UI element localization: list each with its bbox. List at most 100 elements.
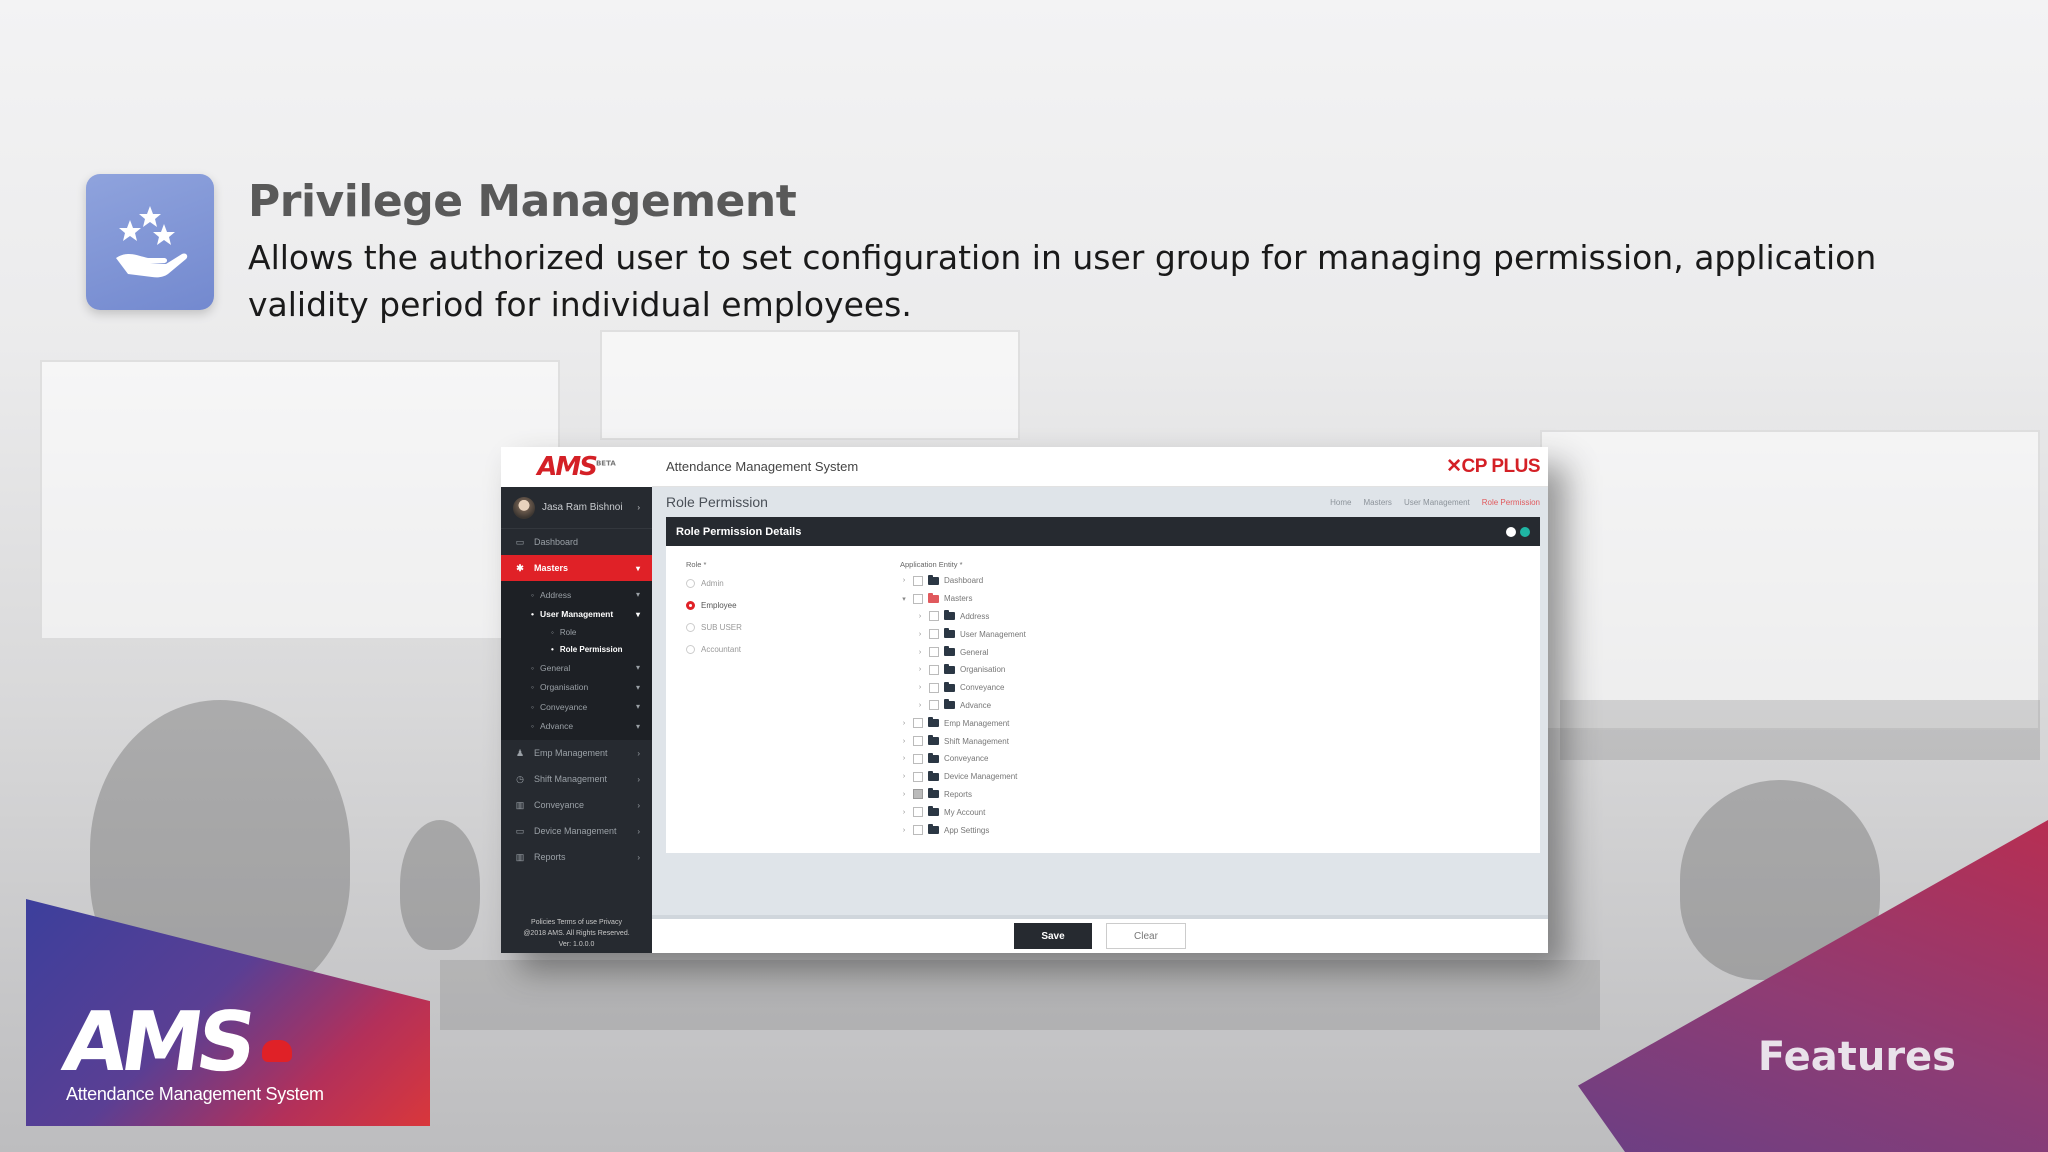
caret-right-icon[interactable]: › bbox=[916, 684, 924, 691]
app-topbar: Attendance Management System ✕CP PLUS bbox=[652, 447, 1548, 487]
chevron-right-icon: › bbox=[637, 826, 640, 836]
entity-row[interactable]: › Conveyance bbox=[900, 750, 988, 768]
sidebar-item-label: Role Permission bbox=[559, 645, 623, 654]
entity-checkbox[interactable] bbox=[913, 753, 923, 764]
folder-icon bbox=[944, 610, 955, 621]
bar-chart-icon: ▥ bbox=[515, 851, 525, 862]
bullet-icon: ◦ bbox=[551, 628, 554, 637]
entity-checkbox[interactable] bbox=[913, 718, 923, 729]
entity-row[interactable]: › General bbox=[916, 643, 988, 661]
sidebar-item-emp-management[interactable]: ♟ Emp Management › bbox=[501, 740, 652, 766]
caret-right-icon[interactable]: › bbox=[900, 791, 908, 798]
entity-row[interactable]: › Advance bbox=[916, 697, 991, 715]
refresh-icon[interactable] bbox=[1520, 526, 1530, 537]
entity-row[interactable]: › Dashboard bbox=[900, 572, 983, 590]
sidebar-item-device-management[interactable]: ▭ Device Management › bbox=[501, 818, 652, 844]
sidebar-item-label: Emp Management bbox=[534, 748, 608, 758]
role-option-admin[interactable]: Admin bbox=[686, 572, 724, 594]
caret-right-icon[interactable]: › bbox=[900, 720, 908, 727]
sidebar-subitem-general[interactable]: ◦ General ▾ bbox=[501, 658, 652, 678]
caret-right-icon[interactable]: › bbox=[900, 738, 908, 745]
slide-title: Privilege Management bbox=[248, 176, 797, 227]
entity-row[interactable]: › Device Management bbox=[900, 768, 1017, 786]
caret-right-icon[interactable]: › bbox=[900, 773, 908, 780]
entity-row[interactable]: › Organisation bbox=[916, 661, 1005, 679]
footer-links[interactable]: Policies Terms of use Privacy bbox=[501, 917, 652, 928]
cloud-icon bbox=[262, 1040, 292, 1062]
folder-icon bbox=[944, 646, 955, 657]
breadcrumb-home[interactable]: Home bbox=[1330, 498, 1351, 507]
sidebar-subitem-role[interactable]: ◦ Role bbox=[501, 624, 652, 641]
role-option-accountant[interactable]: Accountant bbox=[686, 638, 741, 660]
entity-label: App Settings bbox=[944, 825, 990, 835]
caret-right-icon[interactable]: › bbox=[900, 809, 908, 816]
collapse-icon[interactable] bbox=[1506, 526, 1516, 537]
save-button[interactable]: Save bbox=[1014, 923, 1092, 949]
entity-checkbox[interactable] bbox=[929, 611, 939, 622]
user-profile[interactable]: Jasa Ram Bishnoi › bbox=[501, 487, 652, 529]
caret-right-icon[interactable]: › bbox=[916, 613, 924, 620]
entity-row[interactable]: › Address bbox=[916, 608, 989, 626]
sidebar-subitem-user-management[interactable]: • User Management ▾ bbox=[501, 605, 652, 625]
chevron-right-icon: › bbox=[637, 852, 640, 862]
sidebar-subitem-advance[interactable]: ◦ Advance ▾ bbox=[501, 717, 652, 737]
sidebar-item-label: Address bbox=[540, 589, 572, 600]
entity-row[interactable]: › Emp Management bbox=[900, 714, 1009, 732]
entity-checkbox[interactable] bbox=[929, 700, 939, 711]
radio-icon bbox=[686, 644, 695, 654]
caret-right-icon[interactable]: › bbox=[900, 577, 908, 584]
breadcrumb-masters[interactable]: Masters bbox=[1363, 498, 1391, 507]
app-logo[interactable]: AMSBETA bbox=[501, 447, 652, 487]
caret-right-icon[interactable]: › bbox=[916, 666, 924, 673]
sidebar-footer: Policies Terms of use Privacy @2018 AMS.… bbox=[501, 911, 652, 953]
entity-row[interactable]: › Conveyance bbox=[916, 679, 1004, 697]
breadcrumb-user-management[interactable]: User Management bbox=[1404, 498, 1470, 507]
folder-icon bbox=[928, 717, 939, 728]
sidebar-subitem-role-permission[interactable]: • Role Permission bbox=[501, 641, 652, 658]
caret-right-icon[interactable]: › bbox=[916, 649, 924, 656]
cp-plus-text: CP PLUS bbox=[1461, 456, 1540, 477]
sidebar-item-reports[interactable]: ▥ Reports › bbox=[501, 844, 652, 870]
entity-row[interactable]: › Reports bbox=[900, 786, 972, 804]
sidebar-subitem-address[interactable]: ◦ Address ▾ bbox=[501, 585, 652, 605]
cp-plus-logo: ✕CP PLUS bbox=[1446, 456, 1540, 477]
entity-checkbox[interactable] bbox=[929, 629, 939, 640]
sidebar-item-conveyance[interactable]: ▥ Conveyance › bbox=[501, 792, 652, 818]
ams-logo: AMS bbox=[57, 995, 257, 1090]
entity-checkbox[interactable] bbox=[913, 575, 923, 586]
entity-checkbox[interactable] bbox=[929, 664, 939, 675]
entity-checkbox[interactable] bbox=[929, 682, 939, 693]
sidebar-item-masters[interactable]: ✱ Masters ▾ bbox=[501, 555, 652, 581]
role-option-sub-user[interactable]: SUB USER bbox=[686, 616, 742, 638]
sidebar-item-shift-management[interactable]: ◷ Shift Management › bbox=[501, 766, 652, 792]
entity-row[interactable]: › My Account bbox=[900, 803, 985, 821]
role-option-label: Employee bbox=[701, 600, 737, 610]
entity-row[interactable]: ▾ Masters bbox=[900, 590, 972, 608]
entity-row[interactable]: › User Management bbox=[916, 625, 1026, 643]
sidebar-item-dashboard[interactable]: ▭ Dashboard bbox=[501, 529, 652, 555]
entity-checkbox[interactable] bbox=[929, 647, 939, 658]
sidebar-item-label: Masters bbox=[534, 563, 569, 573]
sidebar-item-label: General bbox=[540, 662, 571, 673]
chevron-down-icon: ▾ bbox=[635, 590, 640, 600]
caret-right-icon[interactable]: › bbox=[900, 755, 908, 762]
entity-checkbox[interactable] bbox=[913, 789, 923, 800]
caret-right-icon[interactable]: › bbox=[900, 827, 908, 834]
entity-checkbox[interactable] bbox=[913, 736, 923, 747]
caret-right-icon[interactable]: › bbox=[916, 631, 924, 638]
role-option-label: SUB USER bbox=[701, 622, 742, 632]
entity-checkbox[interactable] bbox=[913, 593, 923, 604]
panel-header: Role Permission Details bbox=[666, 517, 1540, 546]
role-option-employee[interactable]: Employee bbox=[686, 594, 737, 616]
sidebar-subitem-organisation[interactable]: ◦ Organisation ▾ bbox=[501, 678, 652, 698]
clear-button[interactable]: Clear bbox=[1106, 923, 1186, 949]
entity-checkbox[interactable] bbox=[913, 771, 923, 782]
entity-row[interactable]: › App Settings bbox=[900, 821, 989, 839]
entity-checkbox[interactable] bbox=[913, 825, 923, 836]
sidebar-subitem-conveyance[interactable]: ◦ Conveyance ▾ bbox=[501, 697, 652, 717]
entity-row[interactable]: › Shift Management bbox=[900, 732, 1009, 750]
entity-checkbox[interactable] bbox=[913, 807, 923, 818]
caret-right-icon[interactable]: › bbox=[916, 702, 924, 709]
caret-down-icon[interactable]: ▾ bbox=[900, 595, 908, 603]
clock-icon: ◷ bbox=[516, 773, 524, 784]
